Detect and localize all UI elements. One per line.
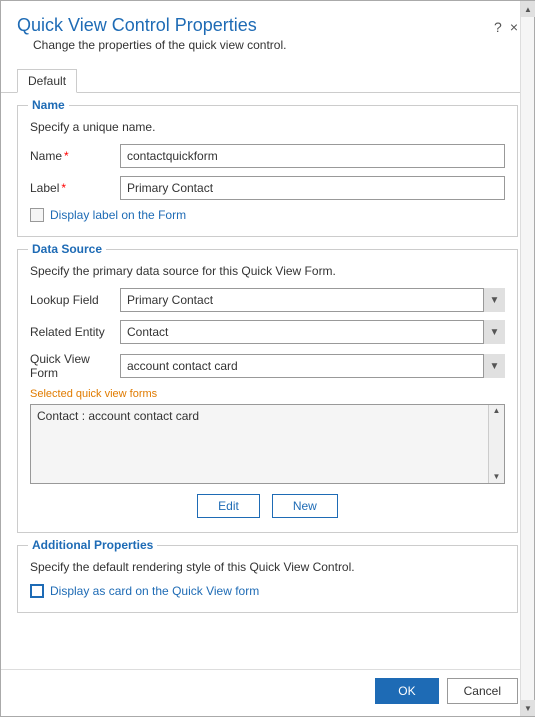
label-label: Label* (30, 181, 120, 195)
related-entity-select-wrapper: Contact ▼ (120, 320, 505, 344)
display-label-checkbox[interactable] (30, 208, 44, 222)
content-area: Name Specify a unique name. Name* Label*… (1, 93, 534, 669)
additional-group-legend: Additional Properties (28, 538, 157, 552)
quick-view-form-select[interactable]: account contact card (120, 354, 505, 378)
lookup-field-select[interactable]: Primary Contact (120, 288, 505, 312)
name-required-star: * (64, 149, 69, 163)
label-input[interactable] (120, 176, 505, 200)
quick-view-form-label: Quick View Form (30, 352, 120, 380)
label-required-star: * (61, 181, 66, 195)
related-entity-label: Related Entity (30, 325, 120, 339)
name-label: Name* (30, 149, 120, 163)
edit-button[interactable]: Edit (197, 494, 260, 518)
ok-button[interactable]: OK (375, 678, 438, 704)
scroll-down-arrow[interactable]: ▼ (493, 473, 501, 481)
new-button[interactable]: New (272, 494, 338, 518)
outer-scrollbar: ▲ ▼ (520, 1, 534, 716)
title-bar: Quick View Control Properties Change the… (1, 1, 534, 68)
additional-group: Additional Properties Specify the defaul… (17, 545, 518, 613)
display-label-row: Display label on the Form (30, 208, 505, 222)
scroll-up-arrow[interactable]: ▲ (493, 407, 501, 415)
lookup-field-label: Lookup Field (30, 293, 120, 307)
dialog-title: Quick View Control Properties (17, 15, 302, 36)
name-input[interactable] (120, 144, 505, 168)
selected-forms-item: Contact : account contact card (37, 409, 498, 423)
quick-view-form-row: Quick View Form account contact card ▼ (30, 352, 505, 380)
selected-forms-scrollbar[interactable]: ▲ ▼ (488, 405, 504, 483)
lookup-field-select-wrapper: Primary Contact ▼ (120, 288, 505, 312)
name-group-desc: Specify a unique name. (30, 120, 505, 134)
related-entity-row: Related Entity Contact ▼ (30, 320, 505, 344)
dialog-subtitle: Change the properties of the quick view … (17, 36, 302, 62)
selected-forms-label: Selected quick view forms (30, 388, 505, 400)
edit-new-button-row: Edit New (30, 494, 505, 518)
outer-scroll-down[interactable]: ▼ (521, 700, 535, 716)
label-row: Label* (30, 176, 505, 200)
lookup-field-row: Lookup Field Primary Contact ▼ (30, 288, 505, 312)
name-group: Name Specify a unique name. Name* Label*… (17, 105, 518, 237)
name-row: Name* (30, 144, 505, 168)
selected-forms-box: Contact : account contact card ▲ ▼ (30, 404, 505, 484)
cancel-button[interactable]: Cancel (447, 678, 518, 704)
related-entity-select[interactable]: Contact (120, 320, 505, 344)
datasource-group: Data Source Specify the primary data sou… (17, 249, 518, 533)
display-card-row: Display as card on the Quick View form (30, 584, 505, 598)
display-card-checkbox[interactable] (30, 584, 44, 598)
outer-scroll-up[interactable]: ▲ (521, 1, 535, 17)
quick-view-dialog: Quick View Control Properties Change the… (0, 0, 535, 717)
tab-default[interactable]: Default (17, 69, 77, 93)
additional-group-desc: Specify the default rendering style of t… (30, 560, 505, 574)
datasource-group-desc: Specify the primary data source for this… (30, 264, 505, 278)
display-card-text: Display as card on the Quick View form (50, 584, 259, 598)
datasource-group-legend: Data Source (28, 242, 106, 256)
quick-view-form-select-wrapper: account contact card ▼ (120, 354, 505, 378)
footer: OK Cancel (1, 669, 534, 716)
tabs-bar: Default (1, 68, 534, 93)
help-icon[interactable]: ? (494, 19, 502, 35)
close-icon[interactable]: × (510, 19, 518, 35)
name-group-legend: Name (28, 98, 69, 112)
display-label-text: Display label on the Form (50, 208, 186, 222)
